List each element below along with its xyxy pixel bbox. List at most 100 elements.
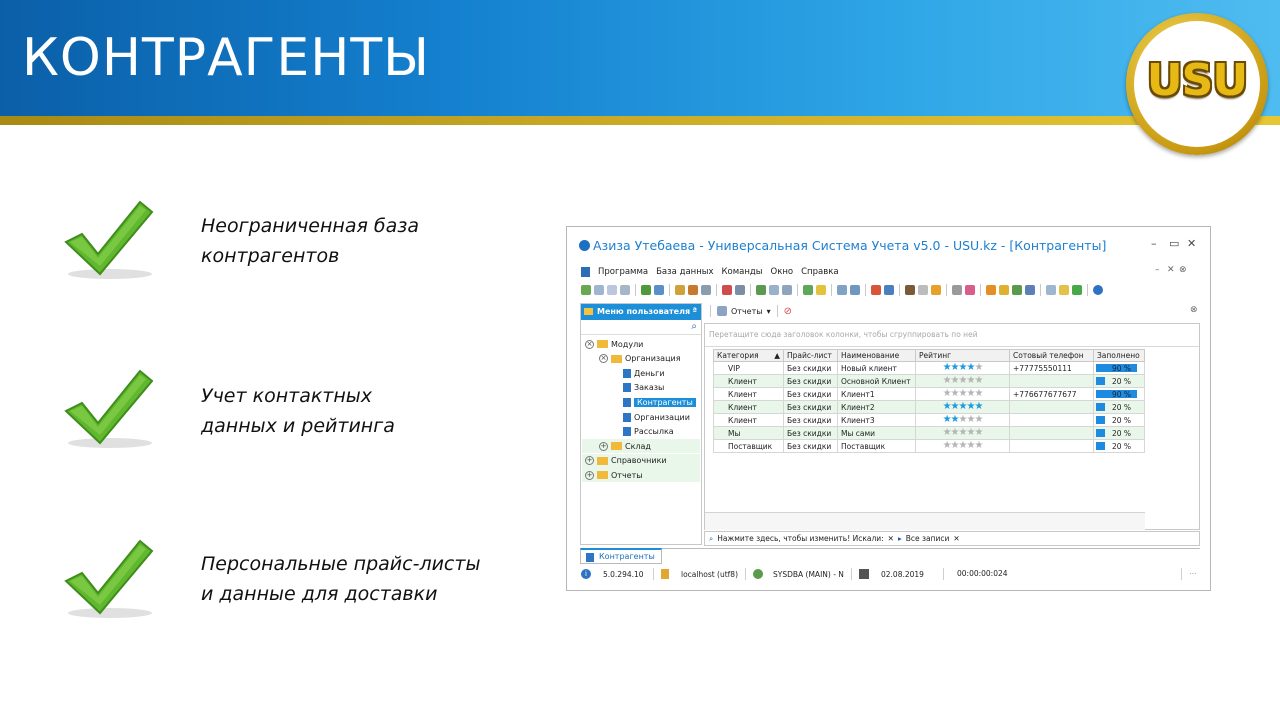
toolbar-mail-icon[interactable] [884,285,894,295]
mdi-minimize-button[interactable]: – [1155,265,1160,275]
pin-icon[interactable]: ª [692,306,697,315]
cell-rating[interactable]: ★★★★★ [915,400,1010,414]
toolbar-rss-icon[interactable] [986,285,996,295]
toolbar-edit-icon[interactable] [607,285,617,295]
resize-grip-icon[interactable]: ⋯ [1189,569,1197,578]
sidebar-item[interactable]: Организации [623,410,690,424]
expand-icon[interactable]: × [599,354,608,364]
toolbar-grid-icon[interactable] [1046,285,1056,295]
cell-rating[interactable]: ★★★★★ [915,374,1010,388]
user-menu-search[interactable]: ⌕ [581,320,701,335]
toolbar-filter-icon[interactable] [675,285,685,295]
toolbar-calendar-icon[interactable] [871,285,881,295]
menu-window[interactable]: Окно [771,267,794,277]
star-icon[interactable]: ★ [974,414,983,425]
maximize-button[interactable]: ▭ [1169,237,1179,250]
star-icon[interactable]: ★ [951,401,960,412]
toolbar-chart-icon[interactable] [1059,285,1069,295]
rating-stars[interactable]: ★★★★★ [943,401,984,412]
cancel-icon[interactable]: ⊘ [784,306,792,317]
column-price-list[interactable]: Прайс-лист [783,349,838,362]
star-icon[interactable]: ★ [951,375,960,386]
cell-rating[interactable]: ★★★★★ [915,361,1010,375]
table-row[interactable]: Клиент Без скидки Основной Клиент ★★★★★ 20 % [713,374,1145,388]
star-icon[interactable]: ★ [943,414,952,425]
table-row[interactable]: Клиент Без скидки Клиент3 ★★★★★ 20 % [713,413,1145,427]
toolbar-report-icon[interactable] [850,285,860,295]
star-icon[interactable]: ★ [943,427,952,438]
toolbar-copy-icon[interactable] [594,285,604,295]
toolbar-trophy-icon[interactable] [688,285,698,295]
rating-stars[interactable]: ★★★★★ [943,414,984,425]
toolbar-search-icon[interactable] [654,285,664,295]
toolbar-warehouse-icon[interactable] [905,285,915,295]
toolbar-folder-icon[interactable] [816,285,826,295]
star-icon[interactable]: ★ [974,401,983,412]
toolbar-save-icon[interactable] [620,285,630,295]
cell-rating[interactable]: ★★★★★ [915,413,1010,427]
toolbar-image-icon[interactable] [735,285,745,295]
star-icon[interactable]: ★ [951,414,960,425]
table-row[interactable]: Клиент Без скидки Клиент1 ★★★★★ +77667767767… [713,387,1145,401]
star-icon[interactable]: ★ [974,427,983,438]
cell-rating[interactable]: ★★★★★ [915,426,1010,440]
close-button[interactable]: ✕ [1187,237,1196,250]
star-icon[interactable]: ★ [974,440,983,451]
panel-close-icon[interactable]: ⊗ [1190,305,1198,315]
minimize-button[interactable]: – [1151,237,1157,250]
search-icon[interactable]: ⌕ [691,321,697,332]
toolbar-export-icon[interactable] [769,285,779,295]
table-row[interactable]: Поставщик Без скидки Поставщик ★★★★★ 20 % [713,439,1145,453]
star-icon[interactable]: ★ [943,388,952,399]
table-row[interactable]: Клиент Без скидки Клиент2 ★★★★★ 20 % [713,400,1145,414]
menu-database[interactable]: База данных [656,267,713,277]
filter-hint[interactable]: Нажмите здесь, чтобы изменить! Искали: [717,534,883,543]
expand-icon[interactable]: + [585,456,594,466]
rating-stars[interactable]: ★★★★★ [943,375,984,386]
star-icon[interactable]: ★ [943,362,952,373]
toolbar-print-icon[interactable] [701,285,711,295]
expand-icon[interactable]: + [585,470,594,480]
sidebar-item[interactable]: × Организация [599,352,681,366]
toolbar-play-icon[interactable] [1072,285,1082,295]
star-icon[interactable]: ★ [943,401,952,412]
star-icon[interactable]: ★ [974,388,983,399]
table-row[interactable]: VIP Без скидки Новый клиент ★★★★★ +777755501… [713,361,1145,375]
mdi-cancel-button[interactable]: ⊗ [1179,265,1187,275]
toolbar-info-icon[interactable] [1093,285,1103,295]
toolbar-sort-icon[interactable] [782,285,792,295]
cell-rating[interactable]: ★★★★★ [915,387,1010,401]
clear-filter-icon[interactable]: ✕ [888,534,894,543]
cell-rating[interactable]: ★★★★★ [915,439,1010,453]
rating-stars[interactable]: ★★★★★ [943,362,984,373]
table-row[interactable]: Мы Без скидки Мы сами ★★★★★ 20 % [713,426,1145,440]
toolbar-users-icon[interactable] [1012,285,1022,295]
clear-all-records-icon[interactable]: ✕ [953,534,959,543]
sidebar-item[interactable]: Заказы [623,381,664,395]
chevron-down-icon[interactable]: ▾ [767,307,771,316]
column-category[interactable]: Категория ▲ [713,349,784,362]
sidebar-item[interactable]: Деньги [623,366,665,380]
sidebar-item[interactable]: Рассылка [623,425,674,439]
sidebar-item[interactable]: + Склад [599,439,651,453]
toolbar-clock-icon[interactable] [918,285,928,295]
mdi-close-button[interactable]: ✕ [1167,265,1175,275]
tab-counterparties[interactable]: Контрагенты [580,548,662,564]
column-filled[interactable]: Заполнено [1093,349,1145,362]
toolbar-flag-icon[interactable] [722,285,732,295]
toolbar-window-icon[interactable] [837,285,847,295]
star-icon[interactable]: ★ [974,362,983,373]
star-icon[interactable]: ★ [951,388,960,399]
reports-dropdown[interactable]: Отчеты [731,307,763,316]
rating-stars[interactable]: ★★★★★ [943,440,984,451]
toolbar-settings-icon[interactable] [952,285,962,295]
column-name[interactable]: Наименование [837,349,916,362]
rating-stars[interactable]: ★★★★★ [943,388,984,399]
expand-icon[interactable]: × [585,339,594,349]
star-icon[interactable]: ★ [974,375,983,386]
menu-program[interactable]: Программа [598,267,648,277]
filter-bar[interactable]: ⌕ Нажмите здесь, чтобы изменить! Искали:… [704,531,1200,546]
star-icon[interactable]: ★ [943,375,952,386]
column-mobile-phone[interactable]: Сотовый телефон [1009,349,1094,362]
toolbar-color-icon[interactable] [965,285,975,295]
